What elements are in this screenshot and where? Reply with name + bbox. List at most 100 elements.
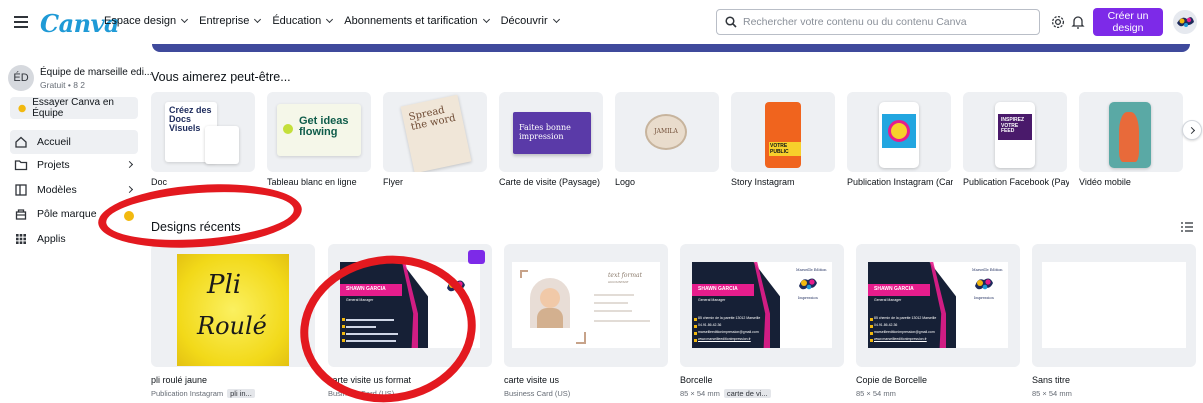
card-line <box>594 310 632 312</box>
suggestion-label: Flyer <box>383 177 403 187</box>
card-line <box>594 294 634 296</box>
bell-icon[interactable] <box>1070 14 1086 30</box>
design-title[interactable]: pli roulé jaune <box>151 375 207 385</box>
card-address: 85 chemin de la parette 13012 Marseille <box>698 316 761 320</box>
card-icon <box>694 325 697 328</box>
create-design-button[interactable]: Créer un design <box>1093 8 1163 36</box>
card-icon <box>694 339 697 342</box>
suggestion-card-video[interactable] <box>1079 92 1183 172</box>
suggestion-card-facebook[interactable]: INSPIREZ VOTRE FEED <box>963 92 1067 172</box>
suggestions-title: Vous aimerez peut-être... <box>151 70 291 84</box>
design-title[interactable]: carte visite us <box>504 375 559 385</box>
card-phone: 04.91.86.42.36 <box>874 323 898 327</box>
sidebar-item-label: Accueil <box>37 136 71 148</box>
logo-thumb: JAMILA <box>645 114 687 150</box>
business-card-thumb-text: Faites bonne impression <box>519 123 571 141</box>
blank-card-thumb <box>1042 262 1186 348</box>
card-email: marseilleeditionimpression@gmail.com <box>874 330 935 334</box>
chevron-right-icon <box>1187 126 1195 134</box>
chevron-down-icon <box>482 15 490 24</box>
menu-icon[interactable] <box>14 16 28 28</box>
card-role: ACCOUNTANT <box>608 280 629 284</box>
template-icon <box>15 184 27 196</box>
design-meta: Business Card (US) <box>504 389 570 398</box>
design-tag[interactable]: pli in... <box>227 389 255 398</box>
team-avatar: ÉD <box>8 65 34 91</box>
card-icon <box>694 318 697 321</box>
design-title[interactable]: Sans titre <box>1032 375 1070 385</box>
suggestion-card-flyer[interactable]: Spread the word <box>383 92 487 172</box>
nav-entreprise[interactable]: Entreprise <box>199 15 262 27</box>
card-icon <box>870 325 873 328</box>
card-icon <box>870 332 873 335</box>
sidebar-item-accueil[interactable]: Accueil <box>10 130 138 154</box>
suggestion-card-whiteboard[interactable]: Get ideas flowing <box>267 92 371 172</box>
suggestion-card-business-card[interactable]: Faites bonne impression <box>499 92 603 172</box>
avatar-image <box>1173 10 1197 34</box>
suggestion-card-logo[interactable]: JAMILA <box>615 92 719 172</box>
search-bar[interactable] <box>716 9 1040 35</box>
suggestion-label: Publication Instagram (Car... <box>847 177 953 187</box>
instagram-thumb <box>879 102 919 168</box>
crown-icon <box>18 104 26 112</box>
design-card-pli-roule[interactable]: Pli Roulé <box>151 244 315 367</box>
design-meta: 85 × 54 mm carte de vi... <box>680 389 771 398</box>
user-avatar[interactable] <box>1173 10 1197 34</box>
design-type: 85 × 54 mm <box>1032 389 1072 398</box>
card-phone: 04.91.86.42.36 <box>698 323 722 327</box>
apps-grid-icon <box>16 234 26 244</box>
sidebar-item-label: Applis <box>37 233 66 245</box>
suggestion-label: Story Instagram <box>731 177 795 187</box>
nav-decouvrir[interactable]: Découvrir <box>501 15 560 27</box>
list-view-icon[interactable] <box>1181 222 1193 232</box>
card-photo <box>540 288 560 308</box>
more-options-button[interactable] <box>468 250 485 264</box>
facebook-thumb-text: INSPIREZ VOTRE FEED <box>998 114 1032 140</box>
sidebar-item-modeles[interactable]: Modèles <box>10 178 138 202</box>
chevron-right-icon <box>125 160 134 169</box>
team-meta: Gratuit • 8 2 <box>40 79 86 90</box>
card-website: www.marseilleeditionimpression.fr <box>698 337 751 341</box>
gear-icon[interactable] <box>1050 14 1066 30</box>
chevron-down-icon <box>326 15 334 24</box>
design-card-copie-de-borcelle[interactable]: SHAWN GARCIA General Manager 85 chemin d… <box>856 244 1020 367</box>
suggestion-card-instagram[interactable] <box>847 92 951 172</box>
sidebar-item-projets[interactable]: Projets <box>10 153 138 177</box>
business-card-thumb: SHAWN GARCIA General Manager 85 chemin d… <box>692 262 832 348</box>
search-input[interactable] <box>743 16 1033 28</box>
logo-thumb-text: JAMILA <box>654 128 678 135</box>
try-team-button[interactable]: Essayer Canva en Équipe <box>10 97 138 119</box>
suggestion-card-story[interactable]: VOTRE PUBLIC <box>731 92 835 172</box>
card-email: marseilleeditionimpression@gmail.com <box>698 330 759 334</box>
nav-espace-design[interactable]: Espace design <box>104 15 189 27</box>
design-title[interactable]: Borcelle <box>680 375 713 385</box>
card-role: General Manager <box>698 298 726 302</box>
nav-label: Éducation <box>272 15 322 27</box>
card-brand-2: Impression <box>798 296 818 300</box>
card-line <box>594 320 650 322</box>
nav-abonnements[interactable]: Abonnements et tarification <box>344 15 490 27</box>
story-thumb-text: VOTRE PUBLIC <box>769 142 801 156</box>
card-brand: Marseille Edition <box>796 268 827 272</box>
design-tag[interactable]: carte de vi... <box>723 389 771 398</box>
team-switcher[interactable]: ÉD Équipe de marseille edi... Gratuit • … <box>8 65 152 91</box>
design-type: Business Card (US) <box>504 389 571 398</box>
design-card-carte-visite-us[interactable]: text format ACCOUNTANT <box>504 244 668 367</box>
design-card-borcelle[interactable]: SHAWN GARCIA General Manager 85 chemin d… <box>680 244 844 367</box>
card-role: General Manager <box>874 298 902 302</box>
nav-education[interactable]: Éducation <box>272 15 334 27</box>
story-thumb: VOTRE PUBLIC <box>765 102 801 168</box>
card-icon <box>870 318 873 321</box>
sticky-note <box>283 124 293 134</box>
search-icon <box>725 16 737 28</box>
instagram-thumb-circle <box>888 120 910 142</box>
design-title[interactable]: Copie de Borcelle <box>856 375 927 385</box>
nav-label: Entreprise <box>199 15 250 27</box>
design-card-sans-titre[interactable] <box>1032 244 1196 367</box>
card-name: SHAWN GARCIA <box>874 286 914 292</box>
card-corner <box>576 332 586 344</box>
card-address: 85 chemin de la parette 13012 Marseille <box>874 316 937 320</box>
carousel-next-button[interactable] <box>1182 120 1202 140</box>
pli-roule-thumb-text-2: Roulé <box>197 312 267 340</box>
suggestion-card-doc[interactable]: Créez des Docs Visuels <box>151 92 255 172</box>
